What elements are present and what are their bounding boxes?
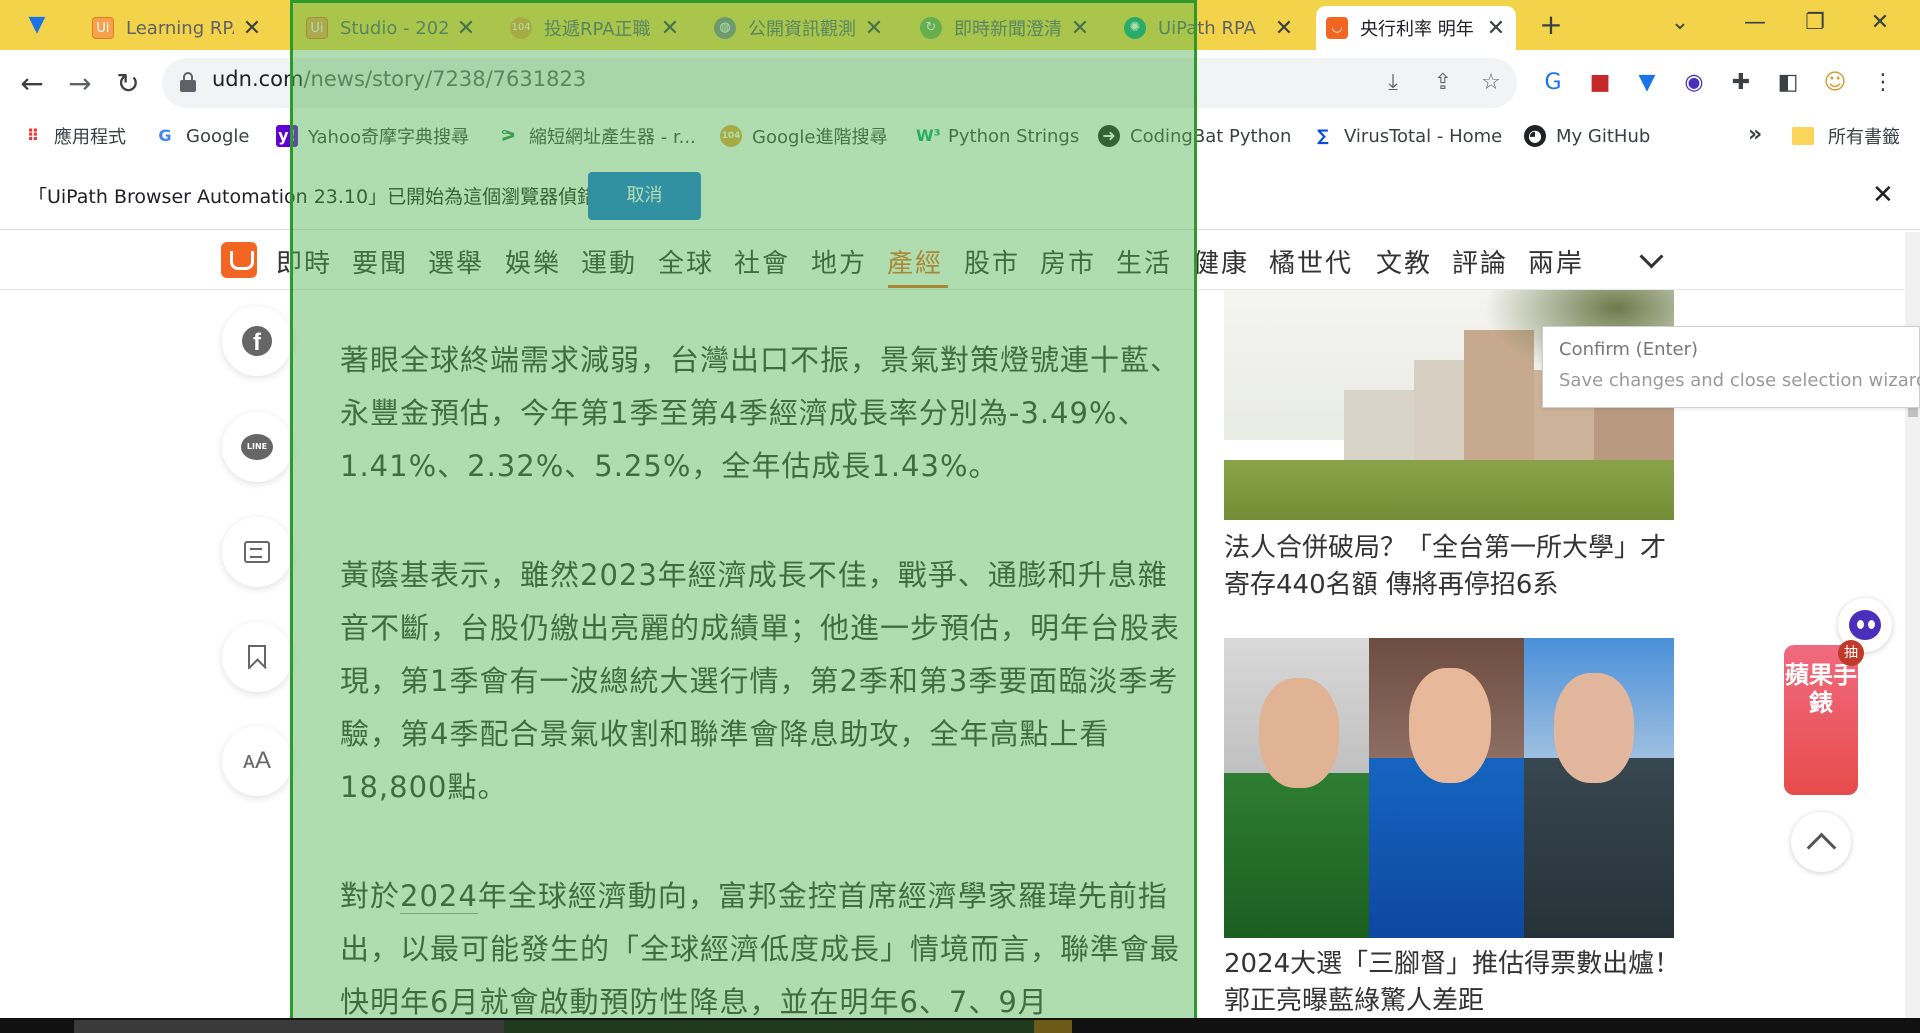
comment-icon [244, 541, 270, 563]
red-extension-icon[interactable]: ■ [1585, 68, 1615, 98]
scroll-to-top-button[interactable] [1791, 812, 1851, 872]
comment-button[interactable] [222, 517, 292, 587]
category-tab[interactable]: 橘世代 [1269, 243, 1353, 280]
close-tab-icon[interactable]: ✕ [242, 16, 262, 41]
bookmark-icon [248, 645, 266, 669]
forward-button[interactable]: → [62, 66, 98, 102]
github-icon: ◕ [1524, 125, 1546, 147]
close-tab-icon[interactable]: ✕ [1486, 16, 1506, 41]
confirm-tooltip-description: Save changes and close selection wizard. [1559, 370, 1920, 391]
close-tab-icon[interactable]: ✕ [1274, 16, 1294, 41]
confirm-tooltip[interactable]: Confirm (Enter) Save changes and close s… [1542, 326, 1920, 408]
puzzle-icon[interactable]: ✚ [1726, 68, 1756, 98]
story-title-link[interactable]: 法人合併破局？「全台第一所大學」才寄存440名額 傳將再停招6系 [1224, 530, 1684, 604]
bookmark-star-icon[interactable]: ☆ [1476, 68, 1506, 98]
eyes-extension-icon[interactable]: ◉ [1679, 68, 1709, 98]
udn-logo[interactable] [221, 242, 257, 278]
side-panel-icon[interactable]: ◧ [1773, 68, 1803, 98]
reload-button[interactable]: ↻ [110, 66, 146, 102]
lock-icon[interactable] [180, 72, 196, 92]
bookmark-apps[interactable]: ⠿ 應用程式 [22, 122, 126, 150]
install-app-icon[interactable]: ⤓ [1378, 68, 1408, 98]
back-button[interactable]: ← [14, 66, 50, 102]
bookmark-google[interactable]: G Google [154, 122, 249, 150]
tab-search-icon[interactable]: ▼ [24, 12, 50, 38]
folder-icon [1792, 127, 1814, 145]
new-tab-button[interactable]: + [1536, 10, 1566, 40]
profile-avatar[interactable]: ☺ [1820, 68, 1850, 98]
close-infobar-icon[interactable]: ✕ [1872, 180, 1894, 210]
more-menu-icon[interactable]: ⋮ [1868, 68, 1898, 98]
taskbar-segment [74, 1020, 504, 1033]
facebook-icon: f [242, 326, 272, 356]
bookmarks-overflow-button[interactable]: » [1748, 122, 1762, 147]
apps-grid-icon: ⠿ [26, 126, 40, 145]
minimize-button[interactable]: — [1735, 8, 1775, 38]
y-extension-icon[interactable]: ▼ [1632, 68, 1662, 98]
category-tab[interactable]: 評論 [1452, 243, 1508, 280]
taskbar-segment [1034, 1020, 1072, 1033]
udn-icon: ◡ [1326, 17, 1348, 39]
font-size-button[interactable]: ᴀA [222, 726, 292, 796]
close-window-button[interactable]: ✕ [1860, 8, 1900, 38]
selection-highlight-overlay[interactable] [290, 0, 1197, 1033]
more-categories-chevron-icon[interactable] [1638, 245, 1666, 273]
uipath-orange-icon: Ui [92, 17, 114, 39]
story-image-candidates[interactable] [1224, 638, 1674, 938]
story-title-link[interactable]: 2024大選「三腳督」推估得票數出爐！郭正亮曝藍綠驚人差距 [1224, 946, 1684, 1020]
save-bookmark-button[interactable] [222, 622, 292, 692]
tab-active-udn[interactable]: ◡ 央行利率 明年 ✕ [1316, 6, 1516, 50]
confirm-tooltip-title: Confirm (Enter) [1559, 339, 1699, 360]
bookmark-github[interactable]: ◕ My GitHub [1524, 122, 1650, 150]
tab-list-chevron-icon[interactable]: ⌄ [1660, 8, 1700, 38]
promo-ad-corner-badge: 抽 [1838, 640, 1864, 666]
line-icon: LINE [241, 434, 273, 460]
virustotal-icon: ∑ [1317, 126, 1329, 145]
restore-button[interactable]: ❐ [1795, 8, 1835, 38]
promo-ad-badge[interactable]: 蘋果手錶 [1784, 645, 1858, 795]
google-translate-icon[interactable]: G [1538, 68, 1568, 98]
font-size-icon: ᴀA [243, 747, 271, 774]
category-tab[interactable]: 兩岸 [1528, 243, 1584, 280]
share-facebook-button[interactable]: f [222, 306, 292, 376]
tab-learning-rpa[interactable]: Ui Learning RPA ✕ [82, 6, 272, 50]
google-g-icon: G [158, 126, 172, 145]
category-tab[interactable]: 文教 [1376, 243, 1432, 280]
taskbar-segment [504, 1020, 1034, 1033]
share-line-button[interactable]: LINE [222, 412, 292, 482]
all-bookmarks-folder[interactable]: 所有書籤 [1792, 122, 1900, 150]
category-tab[interactable]: 健康 [1193, 243, 1249, 280]
share-icon[interactable]: ⇪ [1428, 68, 1458, 98]
bookmark-virustotal[interactable]: ∑ VirusTotal - Home [1312, 122, 1502, 150]
